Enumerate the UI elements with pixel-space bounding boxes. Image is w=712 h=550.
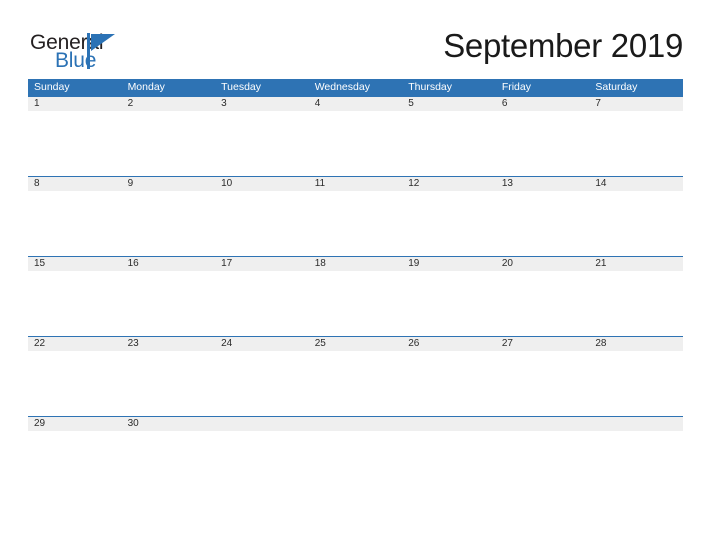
weekday-header-saturday: Saturday [595, 81, 638, 93]
day-cell[interactable]: 30 [122, 417, 216, 431]
page-header: General Blue September 2019 [0, 0, 712, 78]
day-cell[interactable]: 24 [215, 337, 309, 351]
weekday-header-friday: Friday [501, 81, 531, 93]
day-cell[interactable] [496, 417, 590, 431]
day-cell[interactable]: 13 [496, 177, 590, 191]
day-cell[interactable]: 5 [402, 97, 496, 111]
day-cell[interactable]: 18 [309, 257, 403, 271]
day-cell[interactable]: 19 [402, 257, 496, 271]
week-note-area[interactable] [28, 111, 683, 176]
week-date-band: 15 16 17 18 19 20 21 [28, 256, 683, 271]
week-date-band: 1 2 3 4 5 6 7 [28, 96, 683, 111]
week-note-area[interactable] [28, 271, 683, 336]
week-date-band: 22 23 24 25 26 27 28 [28, 336, 683, 351]
day-cell[interactable]: 23 [122, 337, 216, 351]
day-cell[interactable]: 2 [122, 97, 216, 111]
week-date-band: 29 30 [28, 416, 683, 431]
day-cell[interactable]: 4 [309, 97, 403, 111]
weekday-header-wednesday: Wednesday [314, 81, 370, 93]
calendar-page: General Blue September 2019 Sunday Monda… [0, 0, 712, 550]
day-cell[interactable] [589, 417, 683, 431]
week-row: 8 9 10 11 12 13 14 [28, 176, 683, 256]
day-cell[interactable]: 20 [496, 257, 590, 271]
day-cell[interactable] [402, 417, 496, 431]
day-cell[interactable]: 1 [28, 97, 122, 111]
week-row: 15 16 17 18 19 20 21 [28, 256, 683, 336]
day-cell[interactable]: 29 [28, 417, 122, 431]
weekday-header-row: Sunday Monday Tuesday Wednesday Thursday… [28, 79, 683, 96]
week-row: 22 23 24 25 26 27 28 [28, 336, 683, 416]
week-row: 29 30 [28, 416, 683, 496]
day-cell[interactable]: 14 [589, 177, 683, 191]
day-cell[interactable]: 8 [28, 177, 122, 191]
weekday-header-tuesday: Tuesday [221, 81, 262, 93]
day-cell[interactable]: 26 [402, 337, 496, 351]
week-note-area[interactable] [28, 191, 683, 256]
weekday-header-monday: Monday [127, 81, 165, 93]
day-cell[interactable]: 6 [496, 97, 590, 111]
general-blue-logo[interactable]: General Blue [30, 32, 150, 72]
week-note-area[interactable] [28, 431, 683, 496]
day-cell[interactable]: 28 [589, 337, 683, 351]
logo-text-blue: Blue [55, 49, 97, 72]
day-cell[interactable]: 11 [309, 177, 403, 191]
day-cell[interactable]: 22 [28, 337, 122, 351]
day-cell[interactable] [309, 417, 403, 431]
day-cell[interactable]: 10 [215, 177, 309, 191]
day-cell[interactable]: 3 [215, 97, 309, 111]
day-cell[interactable]: 17 [215, 257, 309, 271]
week-row: 1 2 3 4 5 6 7 [28, 96, 683, 176]
day-cell[interactable]: 27 [496, 337, 590, 351]
day-cell[interactable]: 21 [589, 257, 683, 271]
week-date-band: 8 9 10 11 12 13 14 [28, 176, 683, 191]
day-cell[interactable]: 9 [122, 177, 216, 191]
day-cell[interactable]: 16 [122, 257, 216, 271]
weekday-header-thursday: Thursday [408, 81, 453, 93]
weekday-header-sunday: Sunday [34, 81, 70, 93]
day-cell[interactable]: 15 [28, 257, 122, 271]
calendar-grid: Sunday Monday Tuesday Wednesday Thursday… [28, 79, 683, 496]
day-cell[interactable]: 25 [309, 337, 403, 351]
week-note-area[interactable] [28, 351, 683, 416]
day-cell[interactable]: 12 [402, 177, 496, 191]
page-title: September 2019 [443, 27, 683, 64]
day-cell[interactable] [215, 417, 309, 431]
day-cell[interactable]: 7 [589, 97, 683, 111]
